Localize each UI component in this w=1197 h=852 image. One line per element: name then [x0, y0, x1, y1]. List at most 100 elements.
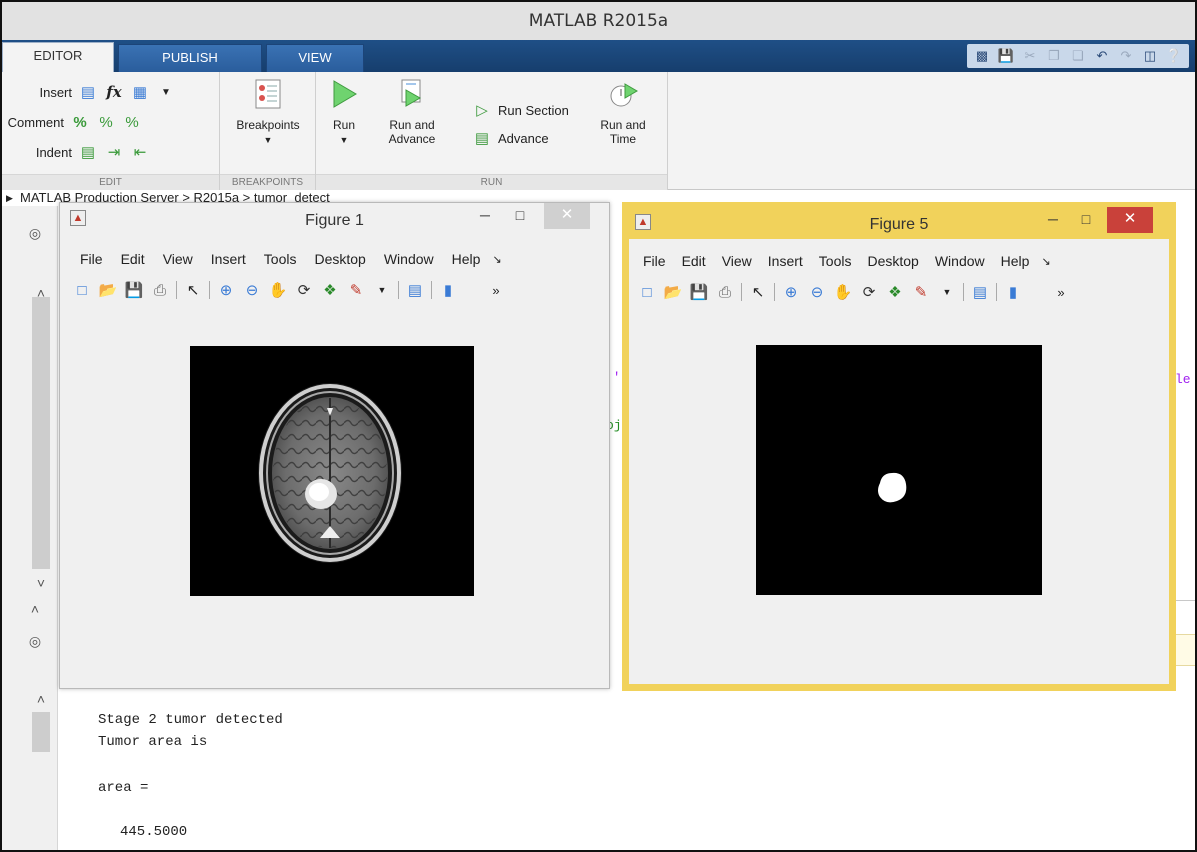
- expand-arrow-icon[interactable]: ▶: [6, 190, 13, 206]
- zoom-in-icon[interactable]: ⊕: [216, 280, 236, 300]
- print-icon[interactable]: ⎙: [150, 280, 170, 300]
- help-icon[interactable]: ❔: [1165, 47, 1183, 65]
- save-icon[interactable]: 💾: [689, 282, 709, 302]
- tab-publish[interactable]: PUBLISH: [118, 44, 262, 72]
- pan-icon[interactable]: ✋: [268, 280, 288, 300]
- new-figure-icon[interactable]: □: [637, 282, 657, 302]
- close-icon[interactable]: ✕: [1107, 207, 1153, 233]
- decrease-indent-icon[interactable]: ⇤: [130, 142, 150, 162]
- pointer-icon[interactable]: ↖: [748, 282, 768, 302]
- menu-tools[interactable]: Tools: [264, 251, 297, 267]
- undo-icon[interactable]: ↶: [1093, 47, 1111, 65]
- figure-5-titlebar[interactable]: ▲ Figure 5 ─ □ ✕: [629, 207, 1169, 239]
- menu-tools[interactable]: Tools: [819, 253, 852, 269]
- breakpoints-group: Breakpoints ▼ BREAKPOINTS: [220, 72, 316, 190]
- menu-edit[interactable]: Edit: [121, 251, 145, 267]
- increase-indent-icon[interactable]: ⇥: [104, 142, 124, 162]
- expand-up-icon[interactable]: ˄: [26, 600, 44, 618]
- indent-label[interactable]: Indent: [2, 145, 72, 160]
- insert-function-icon[interactable]: ▦: [130, 82, 150, 102]
- menubar-arrow-icon[interactable]: ↘: [1041, 255, 1050, 268]
- rotate-icon[interactable]: ⟳: [859, 282, 879, 302]
- command-window[interactable]: Stage 2 tumor detected Tumor area is are…: [58, 692, 1195, 850]
- copy-icon[interactable]: ❐: [1045, 47, 1063, 65]
- run-button[interactable]: Run ▼: [322, 78, 366, 147]
- editor-scrollbar-thumb[interactable]: [32, 297, 50, 569]
- colorbar-icon[interactable]: ▮: [438, 280, 458, 300]
- link-plot-icon[interactable]: ▤: [970, 282, 990, 302]
- rotate-icon[interactable]: ⟳: [294, 280, 314, 300]
- brush-icon[interactable]: ✎: [911, 282, 931, 302]
- menu-help[interactable]: Help: [1001, 253, 1030, 269]
- advance-button[interactable]: ▤ Advance: [472, 128, 549, 148]
- wrap-comments-icon[interactable]: %: [122, 112, 142, 132]
- menubar-arrow-icon[interactable]: ↘: [492, 253, 501, 266]
- zoom-in-icon[interactable]: ⊕: [781, 282, 801, 302]
- figure-5-toolbar: □ 📂 💾 ⎙ ↖ ⊕ ⊖ ✋ ⟳ ❖ ✎ ▼ ▤ ▮ »: [629, 279, 1169, 305]
- data-cursor-icon[interactable]: ❖: [885, 282, 905, 302]
- close-icon[interactable]: ✕: [544, 203, 590, 229]
- data-cursor-icon[interactable]: ❖: [320, 280, 340, 300]
- menu-edit[interactable]: Edit: [682, 253, 706, 269]
- menu-view[interactable]: View: [722, 253, 752, 269]
- menu-file[interactable]: File: [643, 253, 666, 269]
- overflow-icon[interactable]: »: [1051, 282, 1071, 302]
- run-and-time-button[interactable]: Run and Time: [588, 78, 658, 146]
- figure-5-window[interactable]: ▲ Figure 5 ─ □ ✕ File Edit View Insert T…: [622, 202, 1176, 691]
- menu-desktop[interactable]: Desktop: [314, 251, 365, 267]
- minimize-icon[interactable]: ─: [1037, 207, 1069, 233]
- colorbar-icon[interactable]: ▮: [1003, 282, 1023, 302]
- paste-icon[interactable]: ❏: [1069, 47, 1087, 65]
- save-icon[interactable]: 💾: [124, 280, 144, 300]
- chevron-down-icon[interactable]: ▼: [937, 282, 957, 302]
- switch-windows-icon[interactable]: ◫: [1141, 47, 1159, 65]
- overflow-icon[interactable]: »: [486, 280, 506, 300]
- minimize-icon[interactable]: ─: [468, 203, 502, 229]
- print-icon[interactable]: ⎙: [715, 282, 735, 302]
- figure-1-titlebar[interactable]: ▲ Figure 1 ─ □ ✕: [60, 203, 609, 239]
- chevron-down-icon[interactable]: ▼: [156, 82, 176, 102]
- maximize-icon[interactable]: □: [1069, 207, 1103, 233]
- figure-1-window[interactable]: ▲ Figure 1 ─ □ ✕ File Edit View Insert T…: [59, 202, 610, 689]
- menu-window[interactable]: Window: [384, 251, 434, 267]
- open-icon[interactable]: 📂: [98, 280, 118, 300]
- menu-desktop[interactable]: Desktop: [867, 253, 918, 269]
- menu-insert[interactable]: Insert: [211, 251, 246, 267]
- cmd-scroll-up-icon[interactable]: ˄: [32, 690, 50, 708]
- zoom-out-icon[interactable]: ⊖: [807, 282, 827, 302]
- run-section-button[interactable]: ▷ Run Section: [472, 100, 569, 120]
- save-icon[interactable]: 💾: [997, 47, 1015, 65]
- menu-window[interactable]: Window: [935, 253, 985, 269]
- open-icon[interactable]: 📂: [663, 282, 683, 302]
- menu-insert[interactable]: Insert: [768, 253, 803, 269]
- panel-options-icon-2[interactable]: ◎: [26, 632, 44, 650]
- tab-editor[interactable]: EDITOR: [2, 42, 114, 72]
- comment-label[interactable]: Comment: [2, 115, 64, 130]
- new-icon[interactable]: ▩: [973, 47, 991, 65]
- pan-icon[interactable]: ✋: [833, 282, 853, 302]
- panel-options-icon[interactable]: ◎: [26, 224, 44, 242]
- tab-view[interactable]: VIEW: [266, 44, 364, 72]
- scroll-down-icon[interactable]: ˅: [32, 574, 50, 592]
- comment-icon[interactable]: %: [70, 112, 90, 132]
- run-and-advance-button[interactable]: Run and Advance: [374, 78, 450, 146]
- uncomment-icon[interactable]: %: [96, 112, 116, 132]
- smart-indent-icon[interactable]: ▤: [78, 142, 98, 162]
- insert-section-icon[interactable]: ▤: [78, 82, 98, 102]
- menu-view[interactable]: View: [163, 251, 193, 267]
- insert-label[interactable]: Insert: [2, 85, 72, 100]
- breakpoints-button[interactable]: Breakpoints ▼: [226, 78, 310, 147]
- zoom-out-icon[interactable]: ⊖: [242, 280, 262, 300]
- fx-icon[interactable]: fx: [104, 82, 124, 102]
- cut-icon[interactable]: ✂: [1021, 47, 1039, 65]
- brush-icon[interactable]: ✎: [346, 280, 366, 300]
- menu-file[interactable]: File: [80, 251, 103, 267]
- redo-icon[interactable]: ↷: [1117, 47, 1135, 65]
- maximize-icon[interactable]: □: [502, 203, 538, 229]
- pointer-icon[interactable]: ↖: [183, 280, 203, 300]
- chevron-down-icon[interactable]: ▼: [372, 280, 392, 300]
- command-scrollbar-thumb[interactable]: [32, 712, 50, 752]
- new-figure-icon[interactable]: □: [72, 280, 92, 300]
- menu-help[interactable]: Help: [452, 251, 481, 267]
- link-plot-icon[interactable]: ▤: [405, 280, 425, 300]
